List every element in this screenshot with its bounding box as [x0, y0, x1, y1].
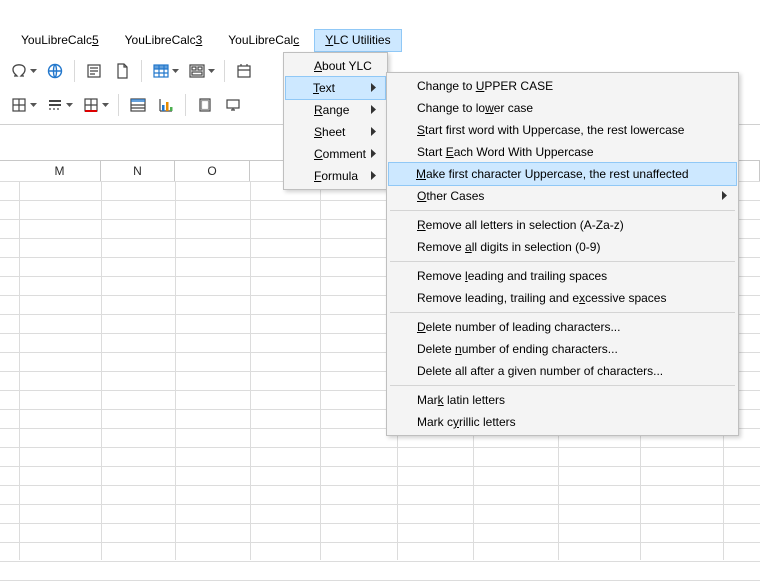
monitor-icon[interactable]	[220, 92, 246, 118]
menu-separator	[390, 210, 735, 211]
toolbar-row-2	[6, 90, 246, 120]
separator	[118, 94, 119, 116]
menu-item[interactable]: Remove all letters in selection (A-Za-z)	[389, 214, 736, 236]
menubar-item[interactable]: YouLibreCalc	[217, 29, 310, 52]
separator	[224, 60, 225, 82]
menubar-item[interactable]: YLC Utilities	[314, 29, 401, 52]
chevron-right-icon	[371, 83, 377, 92]
print-layout-icon[interactable]	[192, 92, 218, 118]
omega-icon[interactable]	[6, 58, 40, 84]
chevron-right-icon	[371, 105, 377, 114]
table-icon[interactable]	[148, 58, 182, 84]
menubar-item[interactable]: YouLibreCalc3	[114, 29, 214, 52]
menu-item[interactable]: Change to UPPER CASE	[389, 75, 736, 97]
menu-item[interactable]: Text	[285, 76, 386, 100]
menu-item[interactable]: Formula	[286, 165, 385, 187]
menu-item[interactable]: Remove leading, trailing and excessive s…	[389, 287, 736, 309]
column-header[interactable]: O	[175, 161, 250, 181]
menu-item[interactable]: Comment	[286, 143, 385, 165]
separator	[185, 94, 186, 116]
menu-item[interactable]: Change to lower case	[389, 97, 736, 119]
menu-item[interactable]: Remove leading and trailing spaces	[389, 265, 736, 287]
document-icon[interactable]	[109, 58, 135, 84]
sort-icon[interactable]	[125, 92, 151, 118]
menu-item[interactable]: Delete number of leading characters...	[389, 316, 736, 338]
column-header[interactable]: M	[19, 161, 101, 181]
chevron-right-icon	[722, 191, 728, 200]
notes-icon[interactable]	[81, 58, 107, 84]
menu-item[interactable]: Other Cases	[389, 185, 736, 207]
menu-item[interactable]: Mark cyrillic letters	[389, 411, 736, 433]
menu-item[interactable]: Range	[286, 99, 385, 121]
menu-item[interactable]: Make first character Uppercase, the rest…	[388, 162, 737, 186]
menu-item[interactable]: Delete number of ending characters...	[389, 338, 736, 360]
menu-separator	[390, 312, 735, 313]
menubar: YouLibreCalc5YouLibreCalc3YouLibreCalcYL…	[0, 28, 406, 52]
border-all-icon[interactable]	[6, 92, 40, 118]
border-style-icon[interactable]	[42, 92, 76, 118]
ylc-utilities-menu: About YLCTextRangeSheetCommentFormula	[283, 52, 388, 190]
chevron-right-icon	[371, 171, 377, 180]
text-submenu: Change to UPPER CASEChange to lower case…	[386, 72, 739, 436]
hyperlink-icon[interactable]	[42, 58, 68, 84]
menu-item[interactable]: Remove all digits in selection (0-9)	[389, 236, 736, 258]
border-color-icon[interactable]	[78, 92, 112, 118]
menu-item[interactable]: About YLC	[286, 55, 385, 77]
menubar-item[interactable]: YouLibreCalc5	[10, 29, 110, 52]
menu-item[interactable]: Start first word with Uppercase, the res…	[389, 119, 736, 141]
form-icon[interactable]	[184, 58, 218, 84]
chevron-right-icon	[371, 149, 377, 158]
chevron-right-icon	[371, 127, 377, 136]
separator	[74, 60, 75, 82]
menu-item[interactable]: Delete all after a given number of chara…	[389, 360, 736, 382]
menu-item[interactable]: Sheet	[286, 121, 385, 143]
chart-icon[interactable]	[153, 92, 179, 118]
menu-item[interactable]: Start Each Word With Uppercase	[389, 141, 736, 163]
separator	[141, 60, 142, 82]
column-header[interactable]: N	[101, 161, 175, 181]
menu-item[interactable]: Mark latin letters	[389, 389, 736, 411]
toolbar-row-1	[6, 56, 257, 86]
menu-separator	[390, 261, 735, 262]
menu-separator	[390, 385, 735, 386]
date-control-icon[interactable]	[231, 58, 257, 84]
